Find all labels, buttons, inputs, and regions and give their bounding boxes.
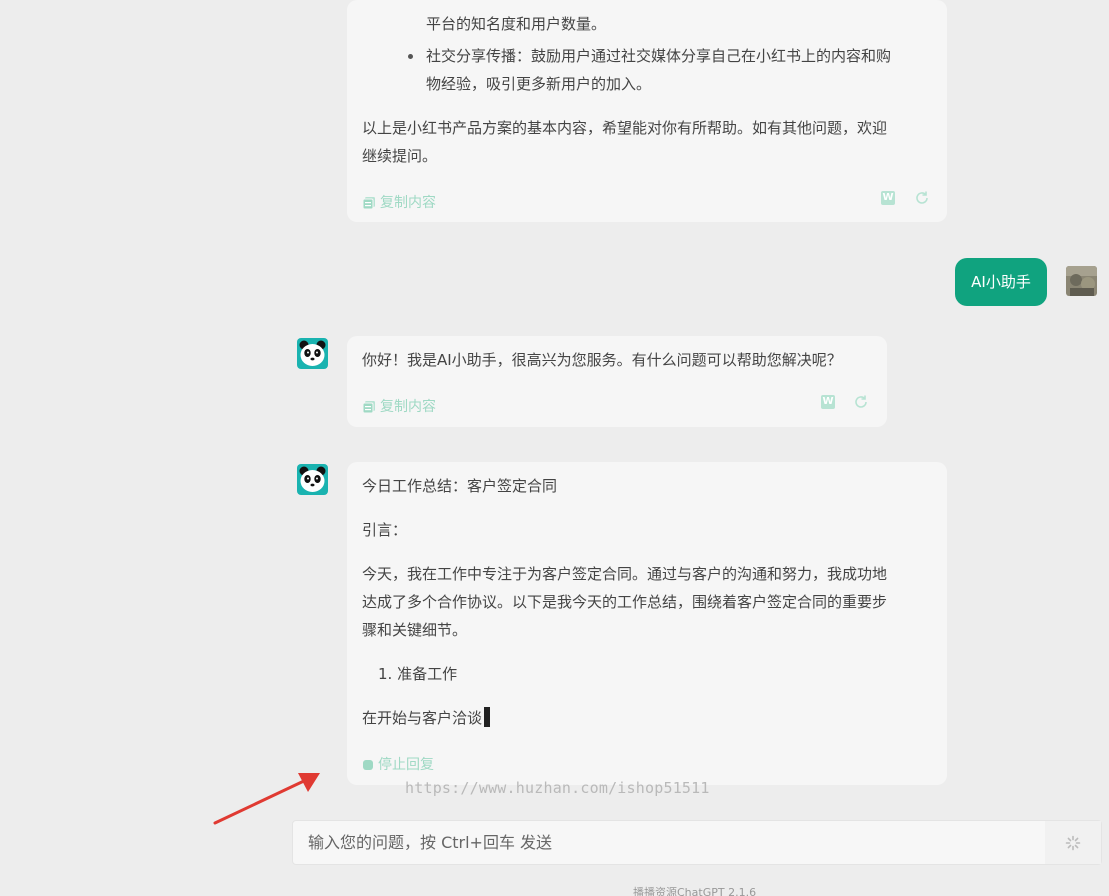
stop-reply-button[interactable]: 停止回复: [362, 751, 434, 779]
bullet-list: 平台的知名度和用户数量。 社交分享传播：鼓励用户通过社交媒体分享自己在小红书上的…: [347, 10, 947, 98]
send-button[interactable]: [1045, 821, 1101, 864]
message-actions: 停止回复: [362, 751, 932, 773]
copy-content-button[interactable]: 复制内容: [362, 189, 436, 217]
message-actions: 复制内容 W: [362, 189, 932, 211]
assistant-message-greeting: 你好！我是AI小助手，很高兴为您服务。有什么问题可以帮助您解决呢？ 复制内容 W: [347, 336, 887, 427]
reply-body: 今天，我在工作中专注于为客户签定合同。通过与客户的沟通和努力，我成功地 达成了多…: [362, 565, 888, 639]
ordered-list-item: 1. 准备工作: [378, 665, 458, 683]
refresh-icon[interactable]: [853, 394, 869, 410]
intro-label: 引言：: [362, 521, 408, 539]
message-actions: 复制内容 W: [362, 393, 872, 415]
assistant-message-previous: 平台的知名度和用户数量。 社交分享传播：鼓励用户通过社交媒体分享自己在小红书上的…: [347, 0, 947, 222]
word-icon[interactable]: W: [821, 395, 835, 409]
word-icon[interactable]: W: [881, 191, 895, 205]
assistant-message-streaming: 今日工作总结：客户签定合同 引言： 今天，我在工作中专注于为客户签定合同。通过与…: [347, 462, 947, 785]
copy-icon: [362, 401, 375, 414]
list-item: 社交分享传播：鼓励用户通过社交媒体分享自己在小红书上的内容和购: [347, 42, 947, 70]
list-item-continuation: 物经验，吸引更多新用户的加入。: [426, 75, 652, 93]
version-footer: 播播资源ChatGPT 2.1.6: [633, 886, 757, 896]
chat-input-bar: [292, 820, 1102, 865]
panda-avatar: [297, 338, 328, 369]
chat-page: 平台的知名度和用户数量。 社交分享传播：鼓励用户通过社交媒体分享自己在小红书上的…: [0, 0, 1109, 896]
copy-icon: [362, 197, 375, 210]
message-input[interactable]: [293, 821, 1045, 864]
partial-text: 在开始与客户洽谈: [362, 704, 491, 732]
user-avatar: [1066, 266, 1097, 296]
reply-title: 今日工作总结：客户签定合同: [362, 477, 558, 495]
stop-icon: [363, 760, 373, 770]
typing-cursor: [484, 707, 491, 727]
list-item-continuation: 平台的知名度和用户数量。: [426, 15, 607, 33]
refresh-icon[interactable]: [914, 190, 930, 206]
closing-text: 以上是小红书产品方案的基本内容，希望能对你有所帮助。如有其他问题，欢迎 继续提问…: [362, 119, 888, 165]
watermark-url: https://www.huzhan.com/ishop51511: [405, 779, 710, 797]
copy-content-button[interactable]: 复制内容: [362, 393, 436, 421]
panda-avatar: [297, 464, 328, 495]
user-message-bubble: AI小助手: [955, 258, 1047, 306]
loading-spinner-icon: [1065, 835, 1081, 850]
